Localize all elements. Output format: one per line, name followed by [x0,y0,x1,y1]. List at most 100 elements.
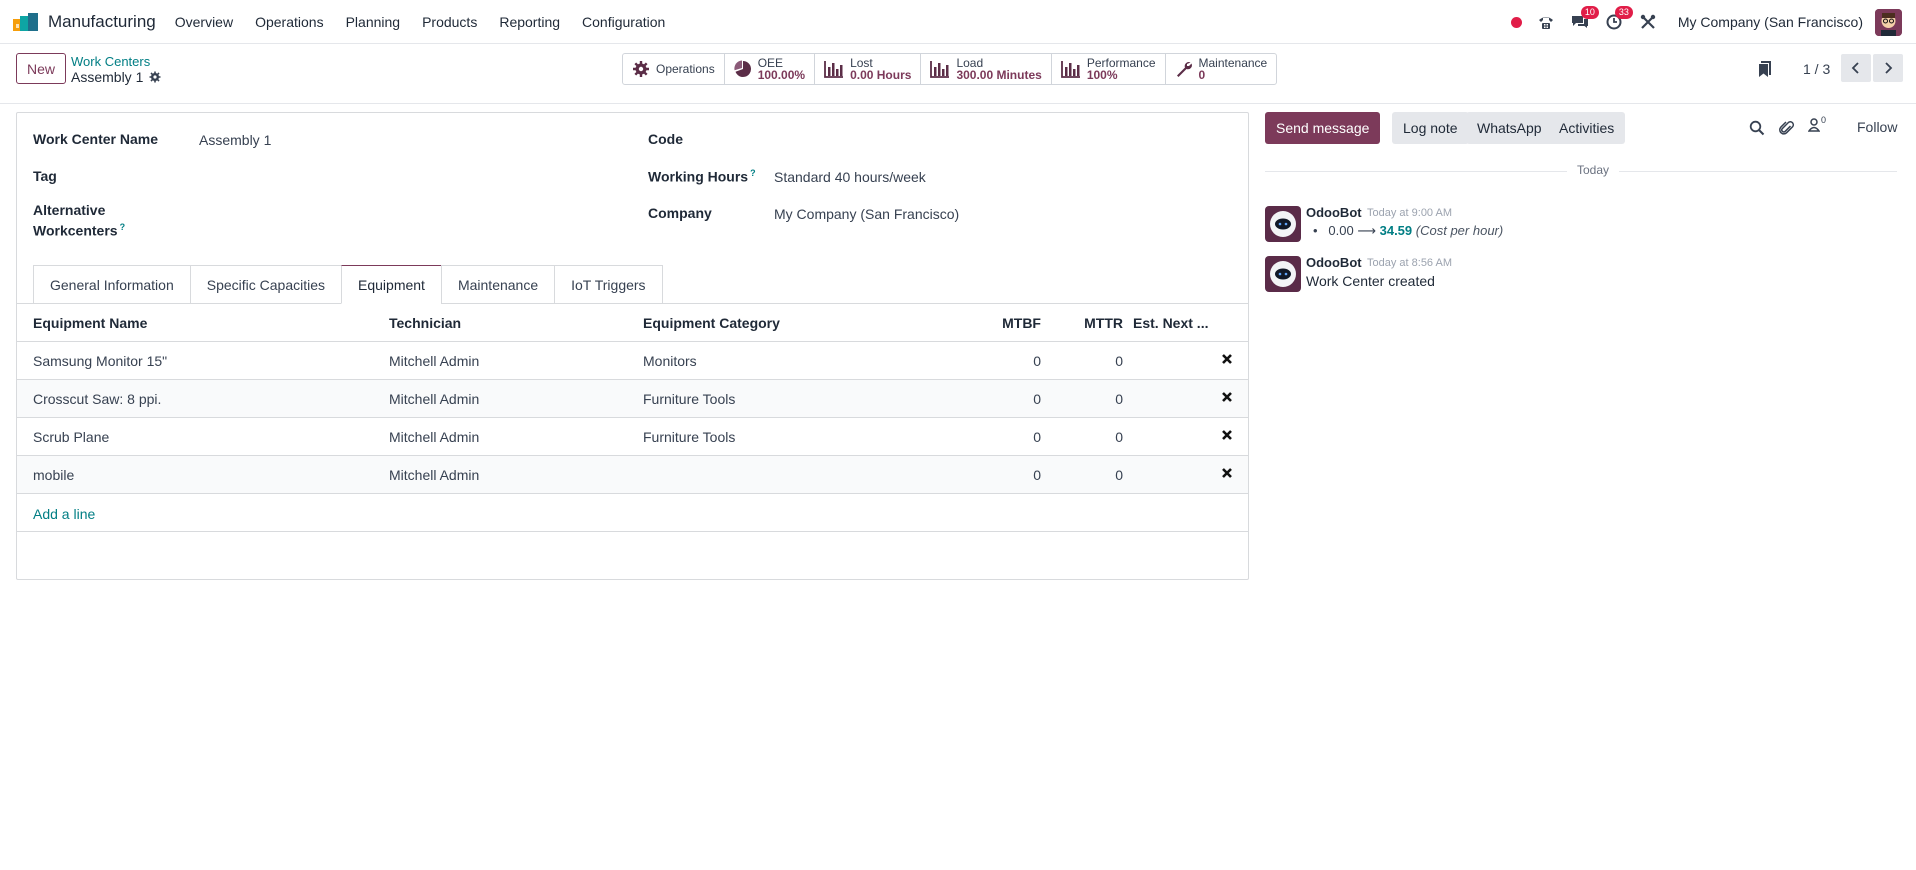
form-sheet: Work Center Name Assembly 1 Tag Alternat… [16,112,1249,580]
tag-field[interactable] [199,168,629,186]
bar-chart-icon [930,61,950,78]
technician-cell: Mitchell Admin [389,353,480,369]
tab-iot-triggers[interactable]: IoT Triggers [554,265,663,304]
help-tooltip-icon[interactable]: ? [120,222,126,232]
mtbf-cell: 0 [1033,391,1041,407]
search-icon[interactable] [1749,120,1765,136]
workcenters-label-text: Workcenters [33,222,118,239]
column-mtbf[interactable]: MTBF [1002,315,1041,331]
user-avatar[interactable] [1875,8,1902,36]
bar-chart-icon [1060,61,1080,78]
menu-planning[interactable]: Planning [346,14,401,30]
pager-previous-button[interactable] [1841,54,1871,82]
activities-button[interactable]: Activities [1548,112,1626,144]
app-name: Manufacturing [48,11,156,31]
help-tooltip-icon[interactable]: ? [750,168,756,178]
working-hours-label-text: Working Hours [648,168,749,185]
day-label: Today [1567,163,1620,177]
chatter-panel: Send message Log note WhatsApp Activitie… [1265,104,1916,870]
column-technician[interactable]: Technician [389,315,461,331]
message-author[interactable]: OdooBot [1306,205,1362,220]
mtbf-cell: 0 [1033,353,1041,369]
followers-button[interactable]: 0 [1808,115,1827,132]
load-stat-button[interactable]: Load 300.00 Minutes [921,54,1052,84]
column-equipment-name[interactable]: Equipment Name [33,315,147,331]
work-center-name-field[interactable]: Assembly 1 [199,132,271,148]
activities-clock-icon[interactable]: 33 [1604,6,1633,32]
paperclip-icon[interactable] [1779,120,1795,136]
archive-icon[interactable] [1758,60,1772,78]
remove-row-icon[interactable] [1221,466,1233,480]
mtbf-cell: 0 [1033,467,1041,483]
table-row[interactable]: mobile Mitchell Admin 0 0 [17,456,1248,494]
messages-badge: 10 [1580,6,1599,19]
table-row[interactable]: Scrub Plane Mitchell Admin Furniture Too… [17,418,1248,456]
mttr-cell: 0 [1115,429,1123,445]
odoobot-avatar[interactable] [1265,206,1301,242]
chevron-right-icon [1885,62,1893,74]
column-mttr[interactable]: MTTR [1084,315,1123,331]
pager-next-button[interactable] [1873,54,1903,82]
menu-reporting[interactable]: Reporting [499,14,560,30]
work-center-name-label: Work Center Name [33,131,159,147]
equipment-table: Equipment Name Technician Equipment Cate… [17,304,1248,532]
wrench-icon [1176,62,1192,77]
operations-label: Operations [656,62,715,76]
add-a-line-link[interactable]: Add a line [33,506,95,522]
messages-icon[interactable]: 10 [1570,6,1599,32]
tab-maintenance[interactable]: Maintenance [440,265,555,304]
pie-chart-icon [734,60,751,77]
send-message-button[interactable]: Send message [1265,112,1381,144]
debug-tools-icon[interactable] [1638,12,1658,32]
maintenance-label: Maintenance [1198,56,1268,70]
technician-cell: Mitchell Admin [389,467,480,483]
working-hours-label: Working Hours? [648,168,756,185]
remove-row-icon[interactable] [1221,428,1233,442]
operations-stat-button[interactable]: Operations [623,54,725,84]
lost-stat-button[interactable]: Lost 0.00 Hours [815,54,922,84]
tag-label: Tag [33,168,57,184]
menu-configuration[interactable]: Configuration [582,14,665,30]
oee-stat-button[interactable]: OEE 100.00% [725,54,816,84]
menu-products[interactable]: Products [422,14,477,30]
tracking-value: • 0.00 ⟶ 34.59 (Cost per hour) [1313,223,1503,239]
menu-overview[interactable]: Overview [175,14,233,30]
maintenance-value: 0 [1198,68,1206,82]
followers-count: 0 [1821,115,1827,125]
app-brand[interactable]: Manufacturing [13,12,156,32]
menu-operations[interactable]: Operations [255,14,323,30]
remove-row-icon[interactable] [1221,352,1233,366]
table-row[interactable]: Samsung Monitor 15" Mitchell Admin Monit… [17,342,1248,380]
tab-general-information[interactable]: General Information [33,265,190,304]
new-button[interactable]: New [16,53,67,84]
category-cell: Furniture Tools [643,391,736,407]
working-hours-field[interactable]: Standard 40 hours/week [774,169,926,185]
follow-button[interactable]: Follow [1857,119,1897,135]
phone-icon[interactable] [1536,12,1556,32]
mttr-cell: 0 [1115,391,1123,407]
gear-icon[interactable] [149,71,161,83]
column-est-next[interactable]: Est. Next ... [1133,315,1208,331]
notebook-tabs: General Information Specific Capacities … [33,265,663,304]
maintenance-stat-button[interactable]: Maintenance 0 [1166,54,1277,84]
breadcrumb-current: Assembly 1 [71,69,161,85]
company-switcher[interactable]: My Company (San Francisco) [1678,14,1863,30]
tab-specific-capacities[interactable]: Specific Capacities [189,265,342,304]
recording-indicator-icon[interactable] [1510,16,1522,28]
column-equipment-category[interactable]: Equipment Category [643,315,780,331]
message-author[interactable]: OdooBot [1306,255,1362,270]
performance-stat-button[interactable]: Performance 100% [1052,54,1166,84]
breadcrumb-work-centers[interactable]: Work Centers [71,54,150,69]
whatsapp-button[interactable]: WhatsApp [1466,112,1553,144]
tab-equipment[interactable]: Equipment [341,265,441,304]
code-field[interactable] [774,131,1234,149]
alternative-workcenters-field[interactable] [199,205,629,223]
remove-row-icon[interactable] [1221,390,1233,404]
add-line-row: Add a line [17,494,1248,532]
pager-value[interactable]: 1 / 3 [1803,61,1830,77]
odoobot-avatar[interactable] [1265,256,1301,292]
table-row[interactable]: Crosscut Saw: 8 ppi. Mitchell Admin Furn… [17,380,1248,418]
log-note-button[interactable]: Log note [1392,112,1469,144]
oee-value: 100.00% [757,68,806,82]
company-field[interactable]: My Company (San Francisco) [774,206,959,222]
